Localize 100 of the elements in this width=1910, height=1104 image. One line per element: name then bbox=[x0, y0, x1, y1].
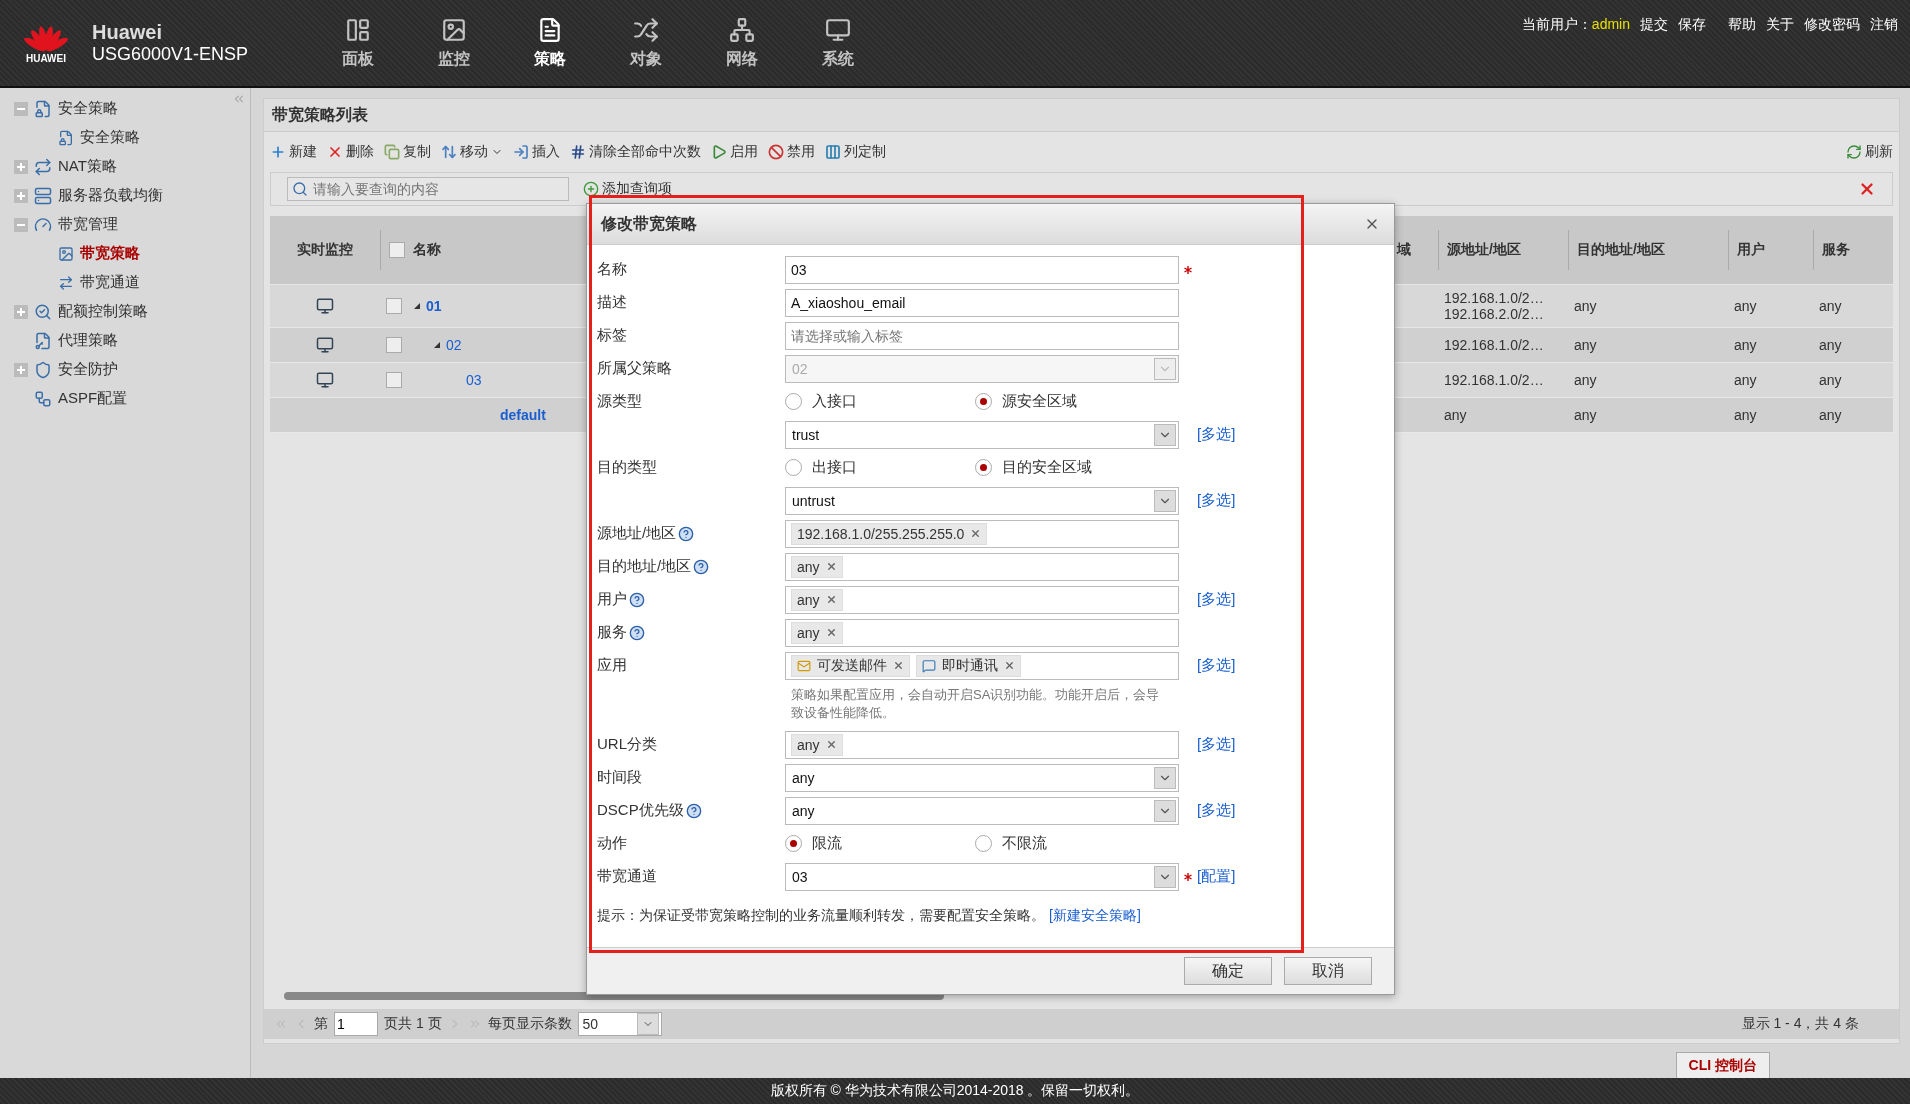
select-field[interactable]: untrust bbox=[785, 486, 1179, 515]
sidebar-item[interactable]: 代理策略 bbox=[58, 331, 118, 350]
option-link[interactable]: [多选] bbox=[1197, 801, 1394, 820]
checkbox[interactable] bbox=[386, 298, 402, 314]
header-link[interactable]: 保存 bbox=[1678, 16, 1706, 34]
toolbar-button[interactable]: 新建 bbox=[270, 143, 317, 161]
help-icon[interactable] bbox=[693, 558, 710, 575]
checkbox[interactable] bbox=[386, 372, 402, 388]
workflow-icon bbox=[34, 389, 52, 408]
sidebar-item[interactable]: NAT策略 bbox=[58, 157, 117, 176]
sidebar-item[interactable]: 带宽管理 bbox=[58, 215, 118, 234]
monitor-icon[interactable] bbox=[316, 371, 334, 389]
tag-field[interactable]: any bbox=[785, 585, 1179, 614]
tree-toggle-icon[interactable] bbox=[414, 303, 420, 309]
search-field[interactable]: 请输入要查询的内容 bbox=[287, 177, 569, 201]
sidebar-item[interactable]: 服务器负载均衡 bbox=[58, 186, 163, 205]
sidebar-item[interactable]: ASPF配置 bbox=[58, 389, 128, 408]
option-link[interactable]: [多选] bbox=[1197, 491, 1394, 510]
radio-option[interactable]: 不限流 bbox=[975, 834, 1165, 853]
select-field[interactable]: trust bbox=[785, 420, 1179, 449]
cli-console-tab[interactable]: CLI 控制台 bbox=[1675, 1052, 1770, 1078]
remove-icon[interactable] bbox=[893, 660, 904, 671]
nav-tab[interactable]: 监控 bbox=[406, 0, 502, 86]
tag-field[interactable]: any bbox=[785, 618, 1179, 647]
select-field[interactable]: any bbox=[785, 763, 1179, 792]
radio-option[interactable]: 限流 bbox=[785, 834, 975, 853]
per-page-select[interactable]: 50 bbox=[577, 1012, 662, 1036]
remove-icon[interactable] bbox=[1004, 660, 1015, 671]
help-icon[interactable] bbox=[685, 802, 702, 819]
option-link[interactable]: [多选] bbox=[1197, 425, 1394, 444]
option-link[interactable]: [多选] bbox=[1197, 735, 1394, 754]
mail-icon bbox=[797, 658, 811, 673]
input-field[interactable]: 请选择或输入标签 bbox=[785, 321, 1179, 350]
tag-field[interactable]: 192.168.1.0/255.255.255.0 bbox=[785, 519, 1179, 548]
remove-icon[interactable] bbox=[825, 561, 837, 572]
refresh-button[interactable]: 刷新 bbox=[1846, 143, 1893, 161]
help-icon[interactable] bbox=[629, 591, 645, 608]
checkbox[interactable] bbox=[389, 242, 405, 258]
toolbar-button[interactable]: 删除 bbox=[327, 143, 374, 161]
dialog-button[interactable]: 取消 bbox=[1284, 957, 1372, 985]
toolbar-button[interactable]: 复制 bbox=[384, 143, 431, 161]
toolbar-button[interactable]: 禁用 bbox=[768, 143, 815, 161]
add-query-button[interactable]: 添加查询项 bbox=[583, 180, 672, 198]
nav-tab[interactable]: 策略 bbox=[502, 0, 598, 86]
option-link[interactable]: [配置] bbox=[1197, 867, 1394, 886]
input-field[interactable]: 03 bbox=[785, 255, 1179, 284]
help-icon[interactable] bbox=[678, 525, 695, 542]
radio-option[interactable]: 源安全区域 bbox=[975, 392, 1165, 411]
select-field[interactable]: 03 bbox=[785, 862, 1179, 891]
radio-option[interactable]: 目的安全区域 bbox=[975, 458, 1165, 477]
play-icon bbox=[711, 144, 727, 160]
radio-option[interactable]: 出接口 bbox=[785, 458, 975, 477]
tag-field[interactable]: 可发送邮件 即时通讯 bbox=[785, 651, 1179, 680]
close-icon[interactable] bbox=[1858, 180, 1876, 198]
nav-tab[interactable]: 网络 bbox=[694, 0, 790, 86]
nav-tab[interactable]: 对象 bbox=[598, 0, 694, 86]
option-link[interactable]: [多选] bbox=[1197, 656, 1394, 675]
sidebar-item[interactable]: 带宽策略 bbox=[80, 244, 140, 263]
table-cell: 192.168.1.0/2… bbox=[1444, 290, 1544, 306]
checkbox[interactable] bbox=[386, 337, 402, 353]
radio-option[interactable]: 入接口 bbox=[785, 392, 975, 411]
policy-name-link[interactable]: 03 bbox=[466, 372, 482, 388]
header-link[interactable]: 注销 bbox=[1870, 16, 1898, 34]
page-input[interactable]: 1 bbox=[334, 1012, 378, 1036]
header-link[interactable]: 帮助 bbox=[1728, 16, 1756, 34]
header-link[interactable]: 修改密码 bbox=[1804, 16, 1860, 34]
monitor-icon[interactable] bbox=[316, 297, 334, 315]
dialog-button[interactable]: 确定 bbox=[1184, 957, 1272, 985]
option-link[interactable]: [多选] bbox=[1197, 590, 1394, 609]
sidebar-item[interactable]: 安全策略 bbox=[58, 99, 118, 118]
remove-icon[interactable] bbox=[825, 627, 837, 638]
tag-field[interactable]: any bbox=[785, 730, 1179, 759]
tag-field[interactable]: any bbox=[785, 552, 1179, 581]
toolbar-button[interactable]: 移动 bbox=[441, 143, 503, 161]
remove-icon[interactable] bbox=[970, 528, 982, 539]
toolbar-button[interactable]: 插入 bbox=[513, 143, 560, 161]
toolbar-button[interactable]: 列定制 bbox=[825, 143, 886, 161]
header-link[interactable]: 关于 bbox=[1766, 16, 1794, 34]
help-icon[interactable] bbox=[629, 624, 645, 641]
remove-icon[interactable] bbox=[825, 594, 837, 605]
monitor-icon[interactable] bbox=[316, 336, 334, 354]
nav-tab[interactable]: 面板 bbox=[310, 0, 406, 86]
sidebar-item[interactable]: 带宽通道 bbox=[80, 273, 140, 292]
sidebar-item[interactable]: 安全防护 bbox=[58, 360, 118, 379]
toolbar-button[interactable]: 启用 bbox=[711, 143, 758, 161]
header-link[interactable]: 提交 bbox=[1640, 16, 1668, 34]
policy-name-link[interactable]: default bbox=[500, 407, 546, 423]
select-field[interactable]: any bbox=[785, 796, 1179, 825]
policy-name-link[interactable]: 02 bbox=[446, 337, 462, 353]
input-field[interactable]: A_xiaoshou_email bbox=[785, 288, 1179, 317]
tree-toggle-icon[interactable] bbox=[434, 342, 440, 348]
logo-text: HUAWEI bbox=[26, 52, 66, 64]
nav-tab[interactable]: 系统 bbox=[790, 0, 886, 86]
sidebar-item[interactable]: 配额控制策略 bbox=[58, 302, 148, 321]
remove-icon[interactable] bbox=[825, 739, 837, 750]
new-policy-link[interactable]: [新建安全策略] bbox=[1049, 907, 1141, 923]
toolbar-button[interactable]: 清除全部命中次数 bbox=[570, 143, 701, 161]
policy-name-link[interactable]: 01 bbox=[426, 298, 442, 314]
sidebar-item[interactable]: 安全策略 bbox=[80, 128, 140, 147]
field-label: 所属父策略 bbox=[597, 359, 672, 378]
